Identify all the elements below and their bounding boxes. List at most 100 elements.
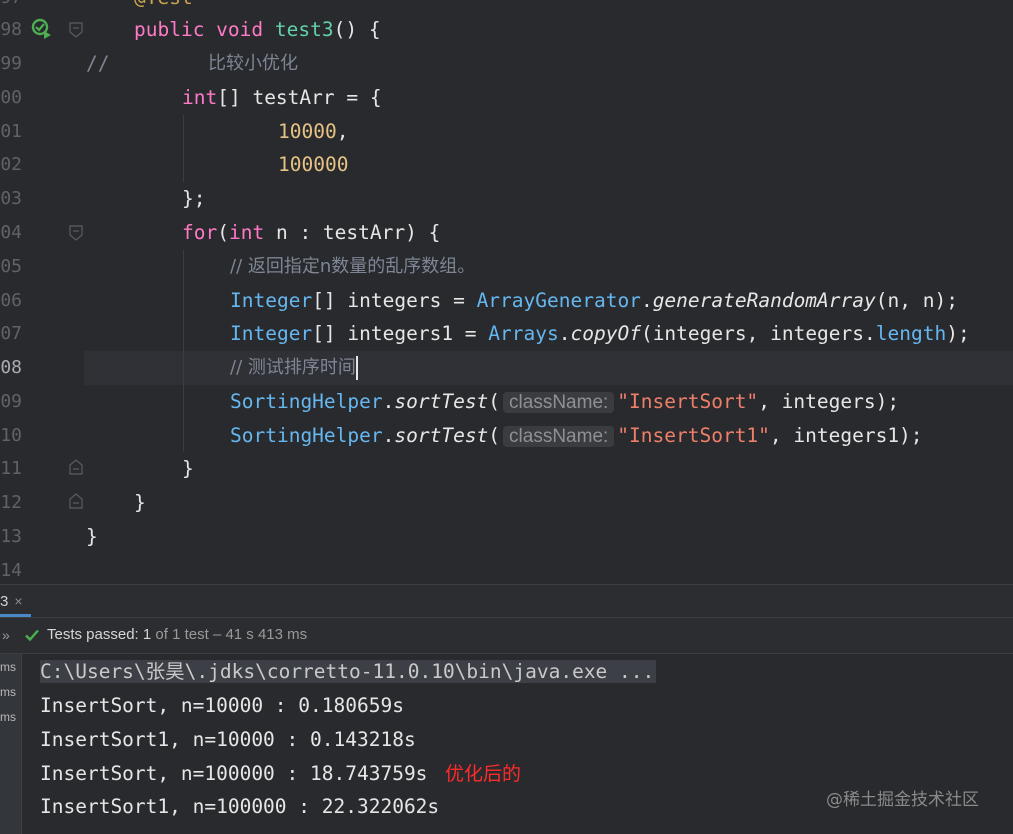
code-line-102[interactable]: 100000 (278, 148, 348, 182)
code-text: ); (946, 322, 970, 345)
code-text: , integers1); (769, 424, 923, 447)
keyword: int (228, 221, 265, 244)
class-name: SortingHelper (230, 390, 383, 413)
code-text: . (382, 424, 395, 447)
console-line: InsertSort, n=100000 : 18.743759s (40, 762, 428, 785)
field-name: length (875, 322, 947, 345)
code-line-109[interactable]: SortingHelper.sortTest(className: "Insert… (230, 385, 899, 419)
code-text: . (558, 322, 571, 345)
java-command-line[interactable]: C:\Users\张昊\.jdks\corretto-11.0.10\bin\j… (40, 660, 657, 683)
duration-label: ms (0, 660, 16, 674)
code-line-112[interactable]: } (134, 486, 146, 520)
class-name: Integer (230, 322, 313, 345)
code-line-99[interactable]: // 比较小优化 (86, 47, 298, 81)
code-line-110[interactable]: SortingHelper.sortTest(className: "Insert… (230, 419, 923, 453)
code-text: , (336, 120, 349, 143)
passed-count: 1 (142, 626, 152, 643)
fold-end-marker-icon[interactable] (69, 459, 83, 475)
code-line-101[interactable]: 10000, (278, 115, 348, 149)
passed-detail: of 1 test – 41 s 413 ms (155, 626, 308, 643)
line-number: 06 (0, 290, 22, 311)
indent-guide (183, 250, 184, 452)
code-text: [] testArr = { (217, 86, 382, 109)
code-editor[interactable]: 97 98 99 00 01 02 03 04 05 06 07 08 09 1… (0, 0, 1013, 584)
code-line-111[interactable]: } (182, 452, 194, 486)
keyword: public void (134, 18, 264, 41)
code-text: [] integers = (312, 289, 477, 312)
line-number: 14 (0, 560, 22, 581)
code-text: (n, n); (875, 289, 958, 312)
check-icon (25, 629, 39, 642)
code-text: . (382, 390, 395, 413)
comment-text: 比较小优化 (208, 53, 298, 74)
run-test-icon[interactable] (31, 18, 53, 40)
fold-marker-icon[interactable] (69, 22, 83, 38)
code-text: ( (488, 390, 501, 413)
static-method: copyOf (570, 322, 641, 345)
class-name: Arrays (488, 322, 559, 345)
code-text: } (182, 457, 194, 480)
code-line-107[interactable]: Integer[] integers1 = Arrays.copyOf(inte… (230, 317, 970, 351)
code-text: . (640, 289, 653, 312)
line-number: 02 (0, 154, 22, 175)
code-line-103[interactable]: }; (182, 182, 205, 216)
line-number: 03 (0, 188, 22, 209)
code-text: n : testArr) { (264, 221, 441, 244)
tab-run-test3[interactable]: 3 × (0, 585, 31, 617)
code-line-100[interactable]: int[] testArr = { (182, 81, 382, 115)
code-line-113[interactable]: } (86, 520, 98, 554)
comment-text: // 返回指定n数量的乱序数组。 (230, 256, 476, 277)
comment-text: // 测试排序时间 (230, 357, 356, 378)
line-number: 99 (0, 53, 22, 74)
code-line-106[interactable]: Integer[] integers = ArrayGenerator.gene… (230, 284, 958, 318)
string-literal: "InsertSort" (617, 390, 759, 413)
console-line: InsertSort, n=10000 : 0.180659s (40, 694, 404, 717)
text-caret (355, 356, 358, 380)
duration-label: ms (0, 710, 16, 724)
line-number: 04 (0, 222, 22, 243)
test-status-bar: » Tests passed: 1 of 1 test – 41 s 413 m… (0, 618, 1013, 654)
tests-passed-summary: Tests passed: 1 of 1 test – 41 s 413 ms (47, 618, 307, 652)
duration-label: ms (0, 685, 16, 699)
close-icon[interactable]: × (14, 593, 22, 609)
number-literal: 10000 (278, 120, 337, 143)
code-text: } (134, 491, 146, 514)
code-line-98[interactable]: public void test3() { (134, 13, 381, 47)
console-output[interactable]: ms ms ms C:\Users\张昊\.jdks\corretto-11.0… (0, 654, 1013, 834)
code-line-108[interactable]: // 测试排序时间 (230, 351, 358, 385)
fold-end-marker-icon[interactable] (69, 493, 83, 509)
code-text: }; (182, 187, 206, 210)
console-line: InsertSort1, n=100000 : 22.322062s (40, 795, 440, 818)
class-name: SortingHelper (230, 424, 383, 447)
red-annotation-text: 优化后的 (445, 763, 522, 785)
passed-label: Tests passed: (47, 626, 139, 643)
class-name: ArrayGenerator (476, 289, 641, 312)
number-literal: 100000 (278, 153, 349, 176)
method-name: test3 (274, 18, 334, 41)
class-name: Integer (230, 289, 313, 312)
code-text: } (86, 525, 98, 548)
line-number: 07 (0, 323, 22, 344)
console-line: InsertSort1, n=10000 : 0.143218s (40, 728, 416, 751)
code-text: [] integers1 = (312, 322, 489, 345)
fold-marker-icon[interactable] (69, 225, 83, 241)
test-tree-gutter: ms ms ms (0, 654, 22, 834)
code-text: ( (488, 424, 501, 447)
watermark: @稀土掘金技术社区 (826, 790, 979, 810)
line-number: 11 (0, 458, 22, 479)
code-line-105[interactable]: // 返回指定n数量的乱序数组。 (230, 250, 475, 284)
current-line-highlight (84, 351, 1013, 385)
static-method: sortTest (394, 390, 489, 413)
expand-chevrons-icon[interactable]: » (2, 618, 10, 652)
code-text: (integers, integers. (640, 322, 876, 345)
code-text: () { (333, 18, 381, 41)
run-tab-bar: 3 × (0, 584, 1013, 618)
line-number: 13 (0, 526, 22, 547)
keyword: int (182, 86, 218, 109)
code-line-104[interactable]: for(int n : testArr) { (182, 216, 440, 250)
code-text: ( (217, 221, 229, 244)
console-line: C:\Users\张昊\.jdks\corretto-11.0.10\bin\j… (40, 656, 657, 688)
line-number: 01 (0, 121, 22, 142)
parameter-hint: className: (503, 426, 615, 447)
line-number: 05 (0, 256, 22, 277)
